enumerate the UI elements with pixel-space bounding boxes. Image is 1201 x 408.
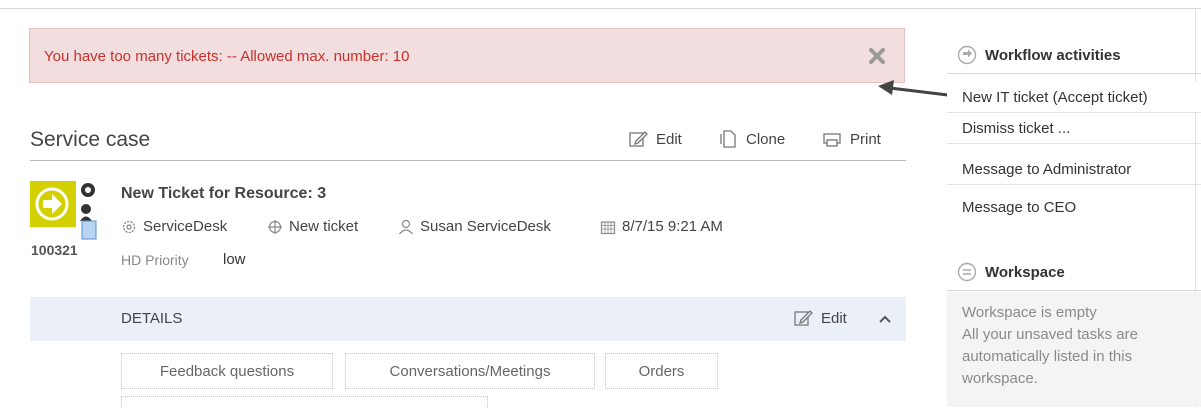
workflow-panel-header: Workflow activities: [947, 37, 1201, 74]
page-title: Service case: [30, 128, 151, 151]
workflow-panel-title: Workflow activities: [985, 46, 1121, 64]
meta-user: Susan ServiceDesk: [398, 218, 551, 235]
workspace-empty-line: All your unsaved tasks are: [962, 326, 1138, 343]
edit-label: Edit: [656, 130, 682, 148]
workspace-panel-header: Workspace: [947, 254, 1201, 291]
ticket-id: 100321: [31, 242, 78, 258]
meta-date: 8/7/15 9:21 AM: [600, 218, 723, 235]
clone-button[interactable]: Clone: [718, 128, 785, 150]
chevron-up-icon[interactable]: [877, 311, 893, 327]
meta-user-label: Susan ServiceDesk: [420, 218, 551, 235]
tab-orders[interactable]: Orders: [605, 353, 718, 389]
meta-desk-label: ServiceDesk: [143, 218, 228, 235]
workspace-body: Workspace is empty All your unsaved task…: [947, 292, 1201, 407]
meta-desk: ServiceDesk: [121, 218, 227, 235]
priority-label: HD Priority: [121, 252, 189, 268]
clone-label: Clone: [746, 130, 786, 148]
ticket-title[interactable]: New Ticket for Resource: 3: [121, 185, 326, 203]
workspace-empty-line: automatically listed in this: [962, 348, 1133, 365]
workflow-item-message-ceo[interactable]: Message to CEO: [947, 192, 1201, 223]
workflow-item-accept-ticket[interactable]: New IT ticket (Accept ticket): [947, 82, 1201, 113]
details-label: DETAILS: [121, 310, 183, 327]
user-icon: [399, 219, 413, 234]
workflow-item-dismiss-ticket[interactable]: Dismiss ticket ...: [947, 113, 1201, 144]
workspace-panel-title: Workspace: [985, 263, 1065, 281]
close-icon[interactable]: [864, 43, 890, 69]
error-alert: You have too many tickets: -- Allowed ma…: [29, 28, 905, 83]
arrow-annotation: [878, 80, 957, 98]
clone-icon: [720, 130, 736, 148]
gear-icon: [122, 220, 136, 233]
pencil-icon: [629, 131, 648, 147]
details-edit-button[interactable]: Edit: [793, 308, 847, 328]
priority-value: low: [223, 251, 246, 268]
meta-status-label: New ticket: [289, 218, 359, 235]
alert-message: You have too many tickets: -- Allowed ma…: [44, 48, 410, 65]
tab-partial: [121, 396, 488, 408]
pencil-icon: [794, 310, 813, 326]
print-button[interactable]: Print: [822, 128, 881, 150]
header-divider: [30, 160, 906, 161]
workspace-empty-title: Workspace is empty: [962, 304, 1097, 321]
edit-button[interactable]: Edit: [628, 128, 682, 150]
tab-conversations-meetings[interactable]: Conversations/Meetings: [345, 353, 595, 389]
workspace-icon: [957, 262, 977, 282]
print-label: Print: [850, 130, 881, 148]
calendar-icon: [600, 220, 616, 234]
ticket-type-icon: [30, 181, 97, 240]
details-edit-label: Edit: [821, 309, 847, 327]
tab-feedback-questions[interactable]: Feedback questions: [121, 353, 333, 389]
meta-status: New ticket: [267, 218, 358, 235]
meta-date-label: 8/7/15 9:21 AM: [622, 218, 723, 235]
details-section-header[interactable]: DETAILS Edit: [30, 297, 906, 341]
workflow-item-message-admin[interactable]: Message to Administrator: [947, 154, 1201, 185]
workflow-icon: [957, 45, 977, 65]
print-icon: [823, 133, 841, 147]
crosshair-icon: [268, 219, 282, 234]
workspace-empty-line: workspace.: [962, 370, 1038, 387]
window-top-edge: [0, 0, 1201, 9]
